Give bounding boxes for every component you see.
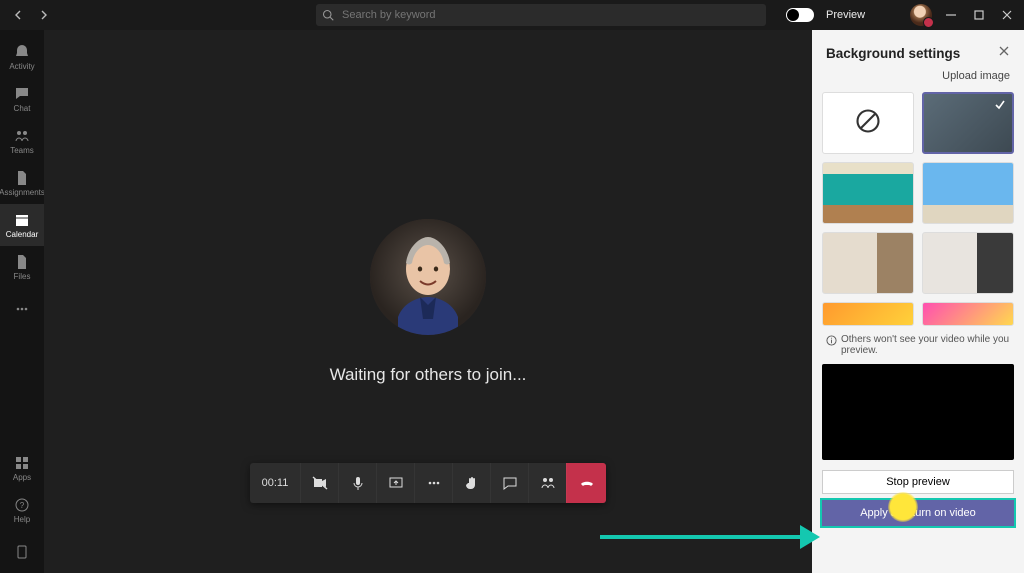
hangup-button[interactable] <box>566 463 606 503</box>
sidebar-item-label: Files <box>14 272 31 281</box>
info-icon <box>826 334 837 349</box>
background-option-image[interactable] <box>822 162 914 224</box>
meeting-stage: Waiting for others to join... 00:11 <box>44 30 812 573</box>
search-icon <box>322 8 334 26</box>
camera-toggle-button[interactable] <box>300 463 338 503</box>
none-icon <box>854 107 882 140</box>
sidebar-item-label: Assignments <box>0 188 45 197</box>
sidebar-item-apps[interactable]: Apps <box>0 447 44 489</box>
preview-note: Others won't see your video while you pr… <box>812 326 1024 364</box>
check-icon <box>994 98 1006 116</box>
sidebar-item-download[interactable] <box>0 531 44 573</box>
stop-preview-button[interactable]: Stop preview <box>822 470 1014 494</box>
sidebar-item-label: Help <box>14 515 30 524</box>
sidebar-item-calendar[interactable]: Calendar <box>0 204 44 246</box>
background-option-none[interactable] <box>822 92 914 154</box>
user-avatar[interactable] <box>910 4 932 26</box>
background-option-image[interactable] <box>922 232 1014 294</box>
background-option-blur[interactable] <box>922 92 1014 154</box>
sidebar-item-files[interactable]: Files <box>0 246 44 288</box>
preview-toggle[interactable] <box>786 8 814 22</box>
background-option-image[interactable] <box>822 302 914 326</box>
sidebar-item-help[interactable]: ? Help <box>0 489 44 531</box>
call-duration: 00:11 <box>250 463 300 503</box>
background-option-image[interactable] <box>922 302 1014 326</box>
raise-hand-button[interactable] <box>452 463 490 503</box>
sidebar-item-chat[interactable]: Chat <box>0 78 44 120</box>
sidebar-item-label: Calendar <box>6 230 38 239</box>
more-actions-button[interactable] <box>414 463 452 503</box>
sidebar-item-label: Activity <box>9 62 34 71</box>
participant-avatar <box>370 219 486 335</box>
nav-back-button[interactable] <box>8 5 28 25</box>
search-input[interactable] <box>316 4 766 26</box>
upload-image-button[interactable]: Upload image <box>812 68 1024 92</box>
meeting-status-text: Waiting for others to join... <box>330 365 527 385</box>
sidebar-item-label: Apps <box>13 473 31 482</box>
participants-button[interactable] <box>528 463 566 503</box>
app-sidebar: Activity Chat Teams Assignments Calendar… <box>0 30 44 573</box>
nav-forward-button[interactable] <box>34 5 54 25</box>
share-screen-button[interactable] <box>376 463 414 503</box>
sidebar-item-assignments[interactable]: Assignments <box>0 162 44 204</box>
sidebar-item-activity[interactable]: Activity <box>0 36 44 78</box>
panel-close-button[interactable] <box>998 44 1010 62</box>
svg-text:?: ? <box>20 501 25 510</box>
call-control-bar: 00:11 <box>250 463 606 503</box>
window-maximize-button[interactable] <box>970 6 988 24</box>
apply-background-button[interactable]: Apply and turn on video <box>822 500 1014 526</box>
sidebar-item-label: Chat <box>14 104 31 113</box>
sidebar-item-more[interactable] <box>0 288 44 330</box>
panel-title: Background settings <box>826 46 960 61</box>
chat-button[interactable] <box>490 463 528 503</box>
window-minimize-button[interactable] <box>942 6 960 24</box>
sidebar-item-teams[interactable]: Teams <box>0 120 44 162</box>
video-preview <box>822 364 1014 460</box>
background-settings-panel: Background settings Upload image <box>812 30 1024 573</box>
window-close-button[interactable] <box>998 6 1016 24</box>
mic-toggle-button[interactable] <box>338 463 376 503</box>
preview-toggle-label: Preview <box>826 9 865 21</box>
background-option-image[interactable] <box>822 232 914 294</box>
sidebar-item-label: Teams <box>10 146 34 155</box>
background-option-image[interactable] <box>922 162 1014 224</box>
